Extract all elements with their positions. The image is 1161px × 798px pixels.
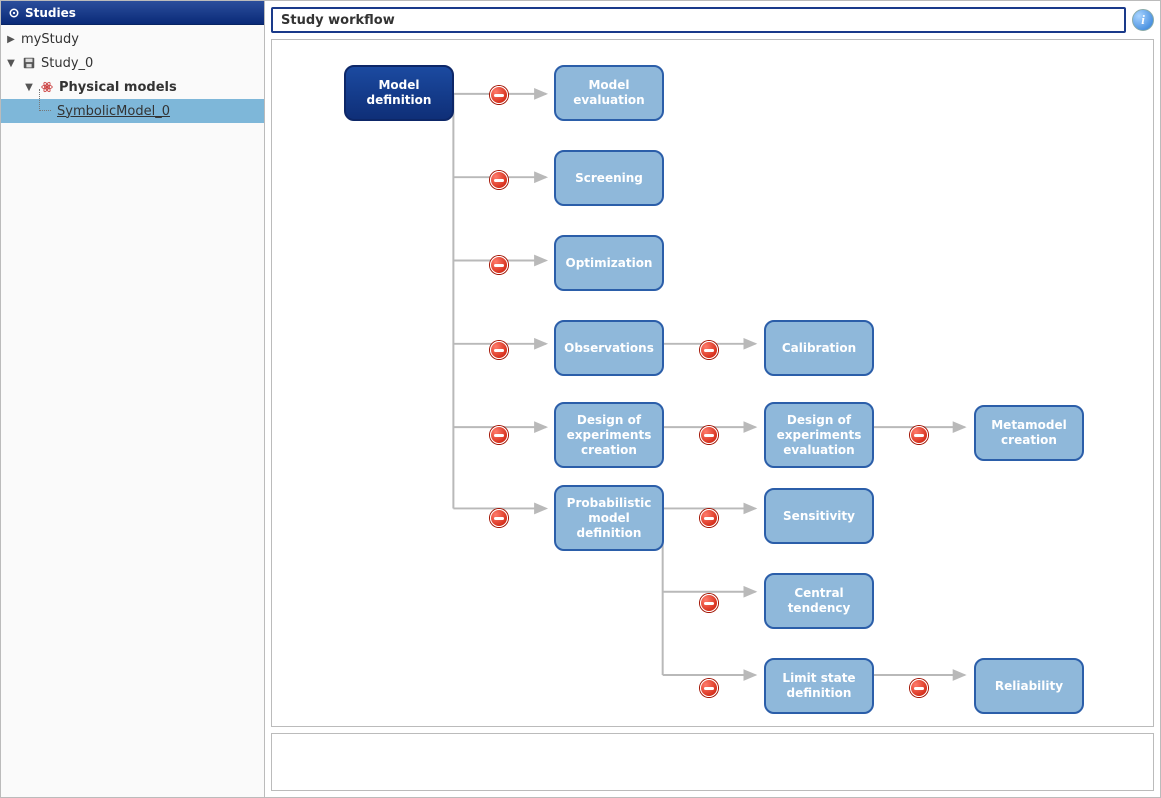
node-model-evaluation[interactable]: Model evaluation [554,65,664,121]
node-label: Design of experiments creation [562,413,656,458]
info-icon: i [1141,12,1145,28]
tree-label: myStudy [21,32,79,47]
stop-icon [490,256,508,274]
stop-icon [700,509,718,527]
stop-icon [700,341,718,359]
chevron-down-icon[interactable]: ▼ [23,82,35,93]
node-label: Model definition [352,78,446,108]
node-metamodel-creation[interactable]: Metamodel creation [974,405,1084,461]
node-label: Limit state definition [772,671,866,701]
node-doe-creation[interactable]: Design of experiments creation [554,402,664,468]
node-label: Screening [575,171,643,186]
tree-label: SymbolicModel_0 [57,104,170,119]
stop-icon [910,679,928,697]
stop-icon [700,426,718,444]
node-central-tendency[interactable]: Central tendency [764,573,874,629]
node-label: Calibration [782,341,856,356]
stop-icon [490,509,508,527]
bottom-panel [271,733,1154,791]
node-label: Design of experiments evaluation [772,413,866,458]
node-label: Sensitivity [783,509,855,524]
stop-icon [490,341,508,359]
app-root: Studies ▶ myStudy ▼ Study_0 ▼ Physical m… [1,1,1160,797]
tree-item-symbolic-model[interactable]: SymbolicModel_0 [1,99,264,123]
sidebar: Studies ▶ myStudy ▼ Study_0 ▼ Physical m… [1,1,265,797]
node-model-definition[interactable]: Model definition [344,65,454,121]
node-label: Model evaluation [562,78,656,108]
title-bar: Study workflow i [271,7,1154,33]
node-label: Probabilistic model definition [562,496,656,541]
workflow-canvas[interactable]: Model definition Model evaluation Screen… [271,39,1154,727]
node-reliability[interactable]: Reliability [974,658,1084,714]
page-title-box: Study workflow [271,7,1126,33]
tree-item-mystudy[interactable]: ▶ myStudy [1,27,264,51]
stop-icon [490,171,508,189]
stop-icon [490,86,508,104]
stop-icon [490,426,508,444]
tree-label: Physical models [59,80,177,95]
stop-icon [910,426,928,444]
node-doe-evaluation[interactable]: Design of experiments evaluation [764,402,874,468]
chevron-right-icon[interactable]: ▶ [5,34,17,45]
node-limit-state-definition[interactable]: Limit state definition [764,658,874,714]
chevron-down-icon[interactable]: ▼ [5,58,17,69]
page-title: Study workflow [281,13,395,28]
tree-item-study0[interactable]: ▼ Study_0 [1,51,264,75]
info-button[interactable]: i [1132,9,1154,31]
disk-icon [21,55,37,71]
node-label: Central tendency [772,586,866,616]
node-label: Observations [564,341,654,356]
node-label: Reliability [995,679,1063,694]
stop-icon [700,679,718,697]
node-calibration[interactable]: Calibration [764,320,874,376]
node-label: Optimization [566,256,653,271]
tree-connector-icon [39,89,51,111]
study-tree[interactable]: ▶ myStudy ▼ Study_0 ▼ Physical models Sy… [1,25,264,123]
sidebar-title: Studies [25,2,76,24]
main-area: Study workflow i [265,1,1160,797]
sidebar-header: Studies [1,1,264,25]
node-label: Metamodel creation [982,418,1076,448]
stop-icon [700,594,718,612]
node-prob-model-definition[interactable]: Probabilistic model definition [554,485,664,551]
node-sensitivity[interactable]: Sensitivity [764,488,874,544]
node-screening[interactable]: Screening [554,150,664,206]
gear-icon [7,6,21,20]
node-optimization[interactable]: Optimization [554,235,664,291]
tree-label: Study_0 [41,56,93,71]
workflow-wires [272,40,1153,726]
node-observations[interactable]: Observations [554,320,664,376]
